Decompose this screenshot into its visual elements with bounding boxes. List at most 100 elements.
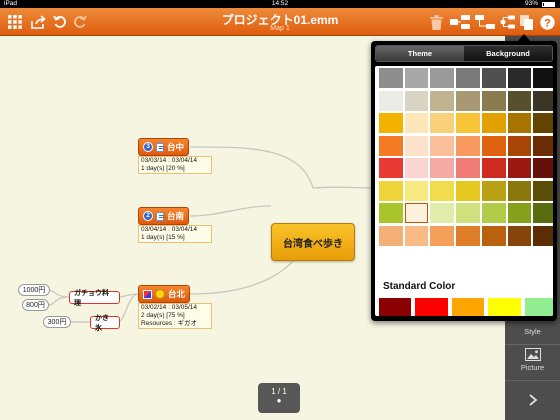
- theme-color-swatch[interactable]: [507, 225, 532, 246]
- theme-color-swatch[interactable]: [507, 158, 532, 178]
- page-number: 1 / 1: [271, 387, 287, 396]
- topic-label: 台南: [167, 211, 185, 221]
- trash-icon[interactable]: [427, 13, 445, 31]
- picture-button[interactable]: Picture: [505, 344, 560, 380]
- theme-color-swatch[interactable]: [379, 135, 403, 156]
- theme-color-swatch[interactable]: [379, 180, 403, 201]
- price-tag[interactable]: 300円: [43, 316, 71, 328]
- priority-badge: 2: [143, 211, 153, 221]
- memo-icon: [156, 142, 164, 152]
- add-sibling-icon[interactable]: [474, 13, 496, 31]
- theme-color-swatch[interactable]: [456, 158, 480, 178]
- subtopic-shaved-ice[interactable]: かき氷: [90, 315, 120, 332]
- theme-color-swatch[interactable]: [481, 180, 506, 201]
- theme-color-swatch[interactable]: [481, 203, 506, 223]
- theme-color-swatch[interactable]: [379, 68, 403, 88]
- theme-color-swatch[interactable]: [404, 180, 429, 201]
- theme-color-swatch[interactable]: [404, 68, 429, 88]
- next-button[interactable]: [505, 380, 560, 420]
- theme-color-swatch[interactable]: [481, 90, 506, 111]
- topic-label: 台北: [168, 289, 186, 299]
- theme-color-swatch[interactable]: [456, 135, 480, 156]
- branch-icon[interactable]: [498, 13, 516, 31]
- theme-color-swatch[interactable]: [430, 225, 455, 246]
- tab-theme[interactable]: Theme: [376, 46, 464, 61]
- task-info: 03/04/14 : 03/04/14 1 day(s) [15 %]: [138, 225, 212, 243]
- theme-color-row: [379, 158, 553, 178]
- standard-color-title: Standard Color: [383, 281, 456, 292]
- standard-color-swatch[interactable]: [415, 298, 448, 316]
- theme-color-swatch[interactable]: [533, 135, 553, 156]
- theme-color-swatch[interactable]: [430, 113, 455, 133]
- priority-badge: 3: [143, 142, 153, 152]
- theme-color-swatch[interactable]: [456, 203, 480, 223]
- theme-color-swatch[interactable]: [481, 225, 506, 246]
- price-tag[interactable]: 800円: [22, 299, 49, 311]
- theme-color-swatch[interactable]: [507, 203, 532, 223]
- standard-color-swatch[interactable]: [488, 298, 521, 316]
- standard-color-swatch[interactable]: [379, 298, 412, 316]
- theme-color-swatch[interactable]: [404, 203, 429, 223]
- theme-color-swatch[interactable]: [404, 135, 429, 156]
- picture-icon: [524, 348, 541, 361]
- theme-color-swatch[interactable]: [507, 90, 532, 111]
- add-subtopic-icon[interactable]: [449, 13, 471, 31]
- copy-icon[interactable]: [517, 13, 535, 31]
- theme-color-swatch[interactable]: [430, 135, 455, 156]
- topic-tainan[interactable]: 2 台南: [138, 207, 190, 225]
- central-topic[interactable]: 台湾食べ歩き: [271, 223, 355, 261]
- theme-color-swatch[interactable]: [533, 225, 553, 246]
- theme-color-swatch[interactable]: [481, 158, 506, 178]
- theme-color-swatch[interactable]: [379, 203, 403, 223]
- standard-color-swatch[interactable]: [524, 298, 553, 316]
- theme-color-swatch[interactable]: [533, 113, 553, 133]
- theme-color-swatch[interactable]: [533, 90, 553, 111]
- theme-color-swatch[interactable]: [533, 68, 553, 88]
- standard-color-swatch[interactable]: [451, 298, 485, 316]
- theme-color-swatch[interactable]: [456, 90, 480, 111]
- theme-color-swatch[interactable]: [481, 68, 506, 88]
- style-label: Style: [524, 327, 541, 336]
- theme-color-swatch[interactable]: [430, 68, 455, 88]
- theme-color-swatch[interactable]: [430, 90, 455, 111]
- theme-color-swatch[interactable]: [379, 113, 403, 133]
- theme-color-swatch[interactable]: [507, 180, 532, 201]
- theme-color-swatch[interactable]: [404, 90, 429, 111]
- theme-color-swatch[interactable]: [481, 113, 506, 133]
- theme-color-swatch[interactable]: [507, 135, 532, 156]
- theme-color-swatch[interactable]: [533, 203, 553, 223]
- theme-color-swatch[interactable]: [404, 225, 429, 246]
- tab-background[interactable]: Background: [464, 46, 552, 61]
- theme-color-swatch[interactable]: [456, 225, 480, 246]
- theme-color-swatch[interactable]: [533, 180, 553, 201]
- page-indicator[interactable]: 1 / 1 ●: [258, 383, 300, 413]
- theme-color-swatch[interactable]: [481, 135, 506, 156]
- theme-color-swatch[interactable]: [379, 90, 403, 111]
- theme-color-swatch[interactable]: [456, 113, 480, 133]
- theme-color-swatch[interactable]: [507, 68, 532, 88]
- theme-color-swatch[interactable]: [404, 113, 429, 133]
- theme-color-row: [379, 225, 553, 246]
- theme-color-swatch[interactable]: [379, 225, 403, 246]
- topic-taipei[interactable]: 台北: [138, 285, 191, 303]
- color-picker: Standard Color: [375, 66, 553, 316]
- theme-color-swatch[interactable]: [404, 158, 429, 178]
- theme-color-row: [379, 180, 553, 201]
- theme-color-swatch[interactable]: [379, 158, 403, 178]
- theme-color-swatch[interactable]: [430, 203, 455, 223]
- theme-color-swatch[interactable]: [430, 158, 455, 178]
- theme-color-swatch[interactable]: [430, 180, 455, 201]
- price-tag[interactable]: 1000円: [18, 284, 50, 296]
- theme-color-swatch[interactable]: [533, 158, 553, 178]
- theme-popover: Theme Background Standard Color: [371, 41, 557, 321]
- theme-color-row: [379, 113, 553, 133]
- theme-color-swatch[interactable]: [456, 180, 480, 201]
- help-icon[interactable]: ?: [538, 13, 556, 31]
- subtopic-goose[interactable]: ガチョウ料理: [69, 290, 120, 307]
- theme-color-swatch[interactable]: [507, 113, 532, 133]
- status-bar: iPad 14:52 93%: [0, 0, 560, 8]
- theme-color-swatch[interactable]: [456, 68, 480, 88]
- theme-color-grid: [379, 68, 553, 248]
- topic-taichung[interactable]: 3 台中: [138, 138, 190, 156]
- standard-color-row: [379, 298, 553, 316]
